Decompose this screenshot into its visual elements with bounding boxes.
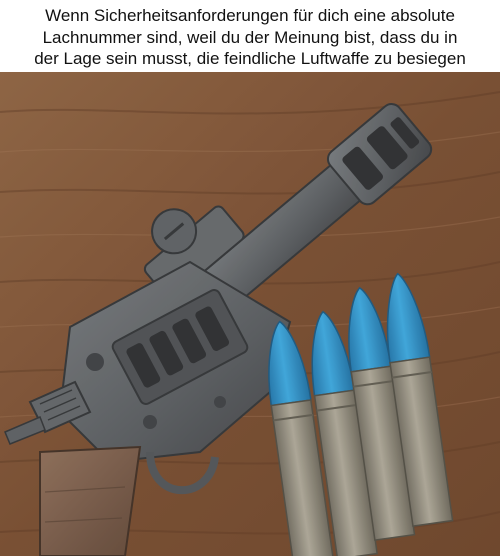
caption-line-2: Lachnummer sind, weil du der Meinung bis… <box>42 27 458 47</box>
meme-caption: Wenn Sicherheitsanforderungen für dich e… <box>0 0 500 72</box>
meme-post: Wenn Sicherheitsanforderungen für dich e… <box>0 0 500 556</box>
caption-line-3: der Lage sein musst, die feindliche Luft… <box>34 49 466 68</box>
caption-line-1: Wenn Sicherheitsanforderungen für dich e… <box>45 6 455 25</box>
meme-photo <box>0 72 500 556</box>
